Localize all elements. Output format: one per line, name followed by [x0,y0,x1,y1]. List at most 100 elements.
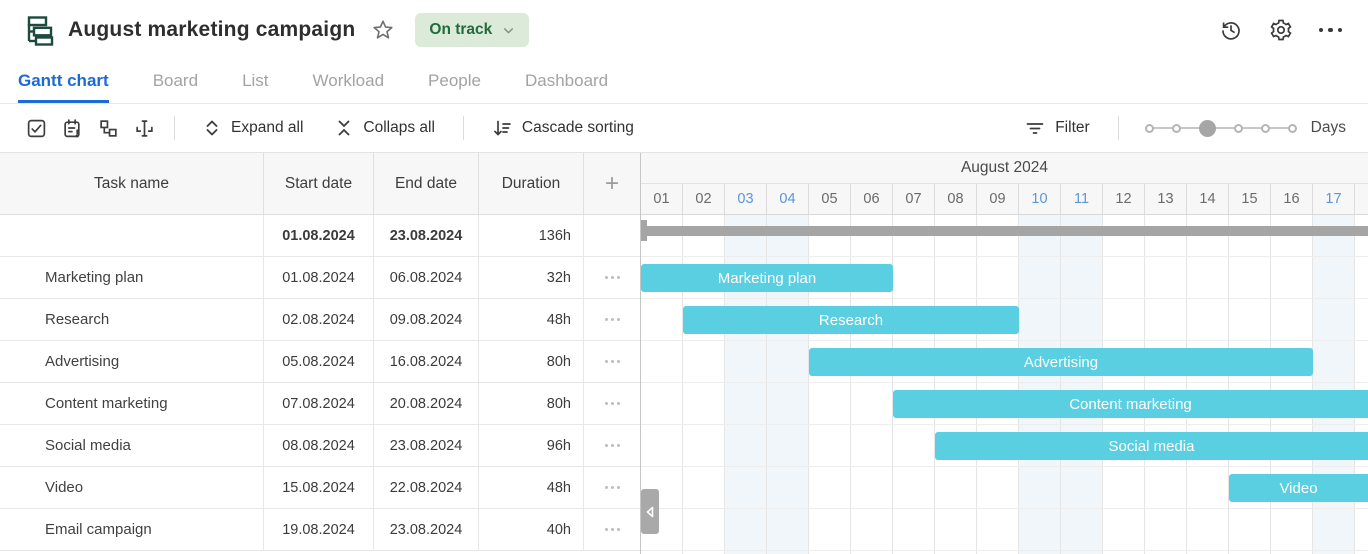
cell-start-date[interactable]: 02.08.2024 [264,299,374,340]
tab-gantt-chart[interactable]: Gantt chart [18,60,109,103]
cell-task-name[interactable]: Social media [0,425,264,466]
cell-end-date[interactable]: 09.08.2024 [374,299,479,340]
task-bar-video[interactable]: Video [1229,474,1368,502]
zoom-slider-dot-2[interactable] [1171,123,1181,133]
table-row-content-marketing[interactable]: Content marketing 07.08.2024 20.08.2024 80h [0,383,640,425]
day-header-cell-17: 17 [1313,184,1355,214]
cell-task-name[interactable]: Marketing plan [0,257,264,298]
cell-start-date[interactable]: 01.08.2024 [264,257,374,298]
table-row-summary[interactable]: 01.08.2024 23.08.2024 136h [0,215,640,257]
cell-duration[interactable]: 80h [479,341,584,382]
cell-start-date[interactable]: 01.08.2024 [264,215,374,256]
cascade-sorting-button[interactable]: Cascade sorting [476,111,650,145]
collapse-all-button[interactable]: Collaps all [319,111,451,145]
dot [604,486,608,489]
cell-duration[interactable]: 48h [479,299,584,340]
filter-button[interactable]: Filter [1009,111,1105,145]
row-menu-button[interactable] [584,509,640,550]
cell-duration[interactable]: 32h [479,257,584,298]
table-row-research[interactable]: Research 02.08.2024 09.08.2024 48h [0,299,640,341]
tab-board[interactable]: Board [153,60,198,103]
row-menu-button[interactable] [584,257,640,298]
cell-task-name[interactable] [0,215,264,256]
cell-start-date[interactable]: 08.08.2024 [264,425,374,466]
summary-bar [641,226,1368,236]
cell-duration[interactable]: 80h [479,383,584,424]
grid-rows: 01.08.2024 23.08.2024 136h Marketing plan 01… [0,215,640,551]
row-menu-button[interactable] [584,467,640,508]
task-bar-marketing-plan[interactable]: Marketing plan [641,264,893,292]
zoom-slider-dot-6[interactable] [1287,123,1297,133]
cell-end-date[interactable]: 23.08.2024 [374,509,479,550]
table-row-advertising[interactable]: Advertising 05.08.2024 16.08.2024 80h [0,341,640,383]
status-badge[interactable]: On track [415,13,530,47]
tab-list[interactable]: List [242,60,268,103]
tab-dashboard[interactable]: Dashboard [525,60,608,103]
collapse-grid-handle[interactable] [641,489,659,534]
critical-path-icon[interactable] [90,111,126,145]
cell-start-date[interactable]: 07.08.2024 [264,383,374,424]
day-header-cell-14: 14 [1187,184,1229,214]
row-menu-button[interactable] [584,341,640,382]
more-icon[interactable] [1318,27,1342,33]
cell-duration[interactable]: 40h [479,509,584,550]
cell-end-date[interactable]: 16.08.2024 [374,341,479,382]
row-menu-icon [604,360,620,363]
tab-people[interactable]: People [428,60,481,103]
cell-duration[interactable]: 48h [479,467,584,508]
row-menu-button[interactable] [584,383,640,424]
task-bar-research[interactable]: Research [683,306,1019,334]
cell-end-date[interactable]: 23.08.2024 [374,215,479,256]
zoom-slider-dot-3[interactable] [1198,119,1216,137]
tab-bar: Gantt chart Board List Workload People Dashbo… [0,60,1368,104]
cell-start-date[interactable]: 15.08.2024 [264,467,374,508]
table-row-video[interactable]: Video 15.08.2024 22.08.2024 48h [0,467,640,509]
task-bar-advertising[interactable]: Advertising [809,348,1313,376]
cell-end-date[interactable]: 23.08.2024 [374,425,479,466]
zoom-slider-dot-5[interactable] [1260,123,1270,133]
tab-workload[interactable]: Workload [313,60,385,103]
cell-duration[interactable]: 96h [479,425,584,466]
cell-task-name[interactable]: Research [0,299,264,340]
cell-task-name[interactable]: Video [0,467,264,508]
expand-all-button[interactable]: Expand all [187,111,319,145]
cell-end-date[interactable]: 20.08.2024 [374,383,479,424]
cell-task-name[interactable]: Content marketing [0,383,264,424]
app-logo-icon[interactable] [22,14,54,46]
dot [604,528,608,531]
settings-icon[interactable] [1269,18,1293,42]
table-row-social-media[interactable]: Social media 08.08.2024 23.08.2024 96h [0,425,640,467]
day-header-cell-12: 12 [1103,184,1145,214]
zoom-slider-dot-1[interactable] [1144,123,1154,133]
dot [604,402,608,405]
row-menu-button[interactable] [584,425,640,466]
task-bar-social-media[interactable]: Social media [935,432,1368,460]
table-row-marketing-plan[interactable]: Marketing plan 01.08.2024 06.08.2024 32h [0,257,640,299]
row-menu-button[interactable] [584,299,640,340]
table-row-email-campaign[interactable]: Email campaign 19.08.2024 23.08.2024 40h [0,509,640,551]
cell-start-date[interactable]: 19.08.2024 [264,509,374,550]
page-title: August marketing campaign [68,18,356,41]
cell-end-date[interactable]: 06.08.2024 [374,257,479,298]
task-bar-content-marketing[interactable]: Content marketing [893,390,1368,418]
dot [604,360,608,363]
add-column-button[interactable]: + [584,153,640,214]
overdue-tasks-icon[interactable] [54,111,90,145]
star-icon[interactable] [371,18,395,42]
bulk-select-icon[interactable] [18,111,54,145]
task-grid: Task name Start date End date Duration +… [0,153,641,554]
dot [610,276,614,279]
zoom-slider-dot-4[interactable] [1233,123,1243,133]
zoom-slider[interactable] [1144,119,1297,137]
history-icon[interactable] [1219,18,1243,42]
cell-duration[interactable]: 136h [479,215,584,256]
cell-task-name[interactable]: Email campaign [0,509,264,550]
cell-end-date[interactable]: 22.08.2024 [374,467,479,508]
summary-bar-start-cap [641,220,647,241]
cell-task-name[interactable]: Advertising [0,341,264,382]
dot [616,360,620,363]
grid-header: Task name Start date End date Duration + [0,153,640,215]
baseline-icon[interactable] [126,111,162,145]
cell-start-date[interactable]: 05.08.2024 [264,341,374,382]
day-header-cell-07: 07 [893,184,935,214]
